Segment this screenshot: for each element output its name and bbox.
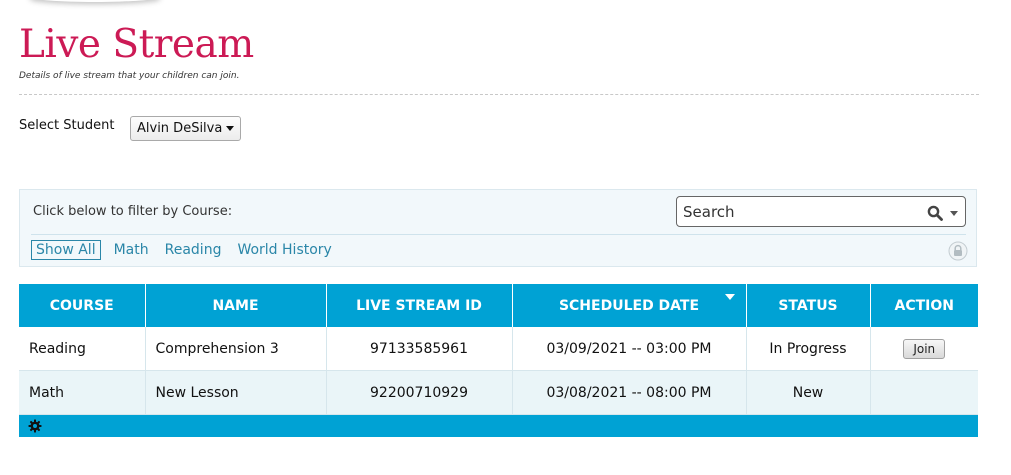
course-filter-panel: Click below to filter by Course: Show Al… <box>19 189 977 267</box>
sort-descending-icon <box>724 294 735 300</box>
course-filter-links: Show All Math Reading World History <box>31 240 348 260</box>
table-row: Math New Lesson 92200710929 03/08/2021 -… <box>19 370 978 415</box>
filter-link-reading[interactable]: Reading <box>165 241 222 259</box>
student-dropdown[interactable]: Alvin DeSilva <box>130 116 241 141</box>
search-box[interactable] <box>676 196 966 227</box>
column-header-scheduled-date-label: SCHEDULED DATE <box>558 297 700 314</box>
page-subtitle: Details of live stream that your childre… <box>19 71 240 81</box>
page-title: Live Stream <box>19 22 254 67</box>
gear-icon[interactable] <box>28 419 42 433</box>
column-header-course[interactable]: COURSE <box>19 284 146 327</box>
search-input[interactable] <box>683 202 913 222</box>
column-header-name[interactable]: NAME <box>145 284 327 327</box>
column-header-live-stream-id[interactable]: LIVE STREAM ID <box>326 284 513 327</box>
table-footer-bar <box>19 415 978 437</box>
cell-scheduled-date: 03/08/2021 -- 08:00 PM <box>512 370 747 415</box>
cell-stream-id: 97133585961 <box>326 327 513 371</box>
header-divider <box>19 94 979 95</box>
cell-status: In Progress <box>746 327 871 371</box>
filter-label: Click below to filter by Course: <box>33 204 233 219</box>
select-student-label: Select Student <box>19 118 115 133</box>
filter-divider <box>31 234 966 235</box>
join-button[interactable]: Join <box>903 338 946 359</box>
column-header-status[interactable]: STATUS <box>746 284 871 327</box>
lock-icon[interactable] <box>948 241 968 261</box>
cell-action <box>870 370 978 415</box>
filter-link-math[interactable]: Math <box>114 241 149 259</box>
cell-name: New Lesson <box>145 370 327 415</box>
cell-action: Join <box>870 327 978 371</box>
cell-stream-id: 92200710929 <box>326 370 513 415</box>
column-header-scheduled-date[interactable]: SCHEDULED DATE <box>512 284 747 327</box>
cell-course: Reading <box>19 327 146 371</box>
table-row: Reading Comprehension 3 97133585961 03/0… <box>19 327 978 371</box>
student-dropdown-value: Alvin DeSilva <box>137 121 223 136</box>
search-options-chevron-icon[interactable] <box>950 211 958 216</box>
chevron-down-icon <box>226 126 234 131</box>
search-icon[interactable] <box>927 205 943 221</box>
cell-course: Math <box>19 370 146 415</box>
filter-link-show-all[interactable]: Show All <box>31 240 101 260</box>
column-header-action[interactable]: ACTION <box>870 284 978 327</box>
filter-link-world-history[interactable]: World History <box>237 241 331 259</box>
cell-name: Comprehension 3 <box>145 327 327 371</box>
cell-scheduled-date: 03/09/2021 -- 03:00 PM <box>512 327 747 371</box>
top-shadow-decoration <box>30 0 160 2</box>
live-stream-table: COURSE NAME LIVE STREAM ID SCHEDULED DAT… <box>19 284 978 415</box>
cell-status: New <box>746 370 871 415</box>
table-header-row: COURSE NAME LIVE STREAM ID SCHEDULED DAT… <box>19 284 978 327</box>
